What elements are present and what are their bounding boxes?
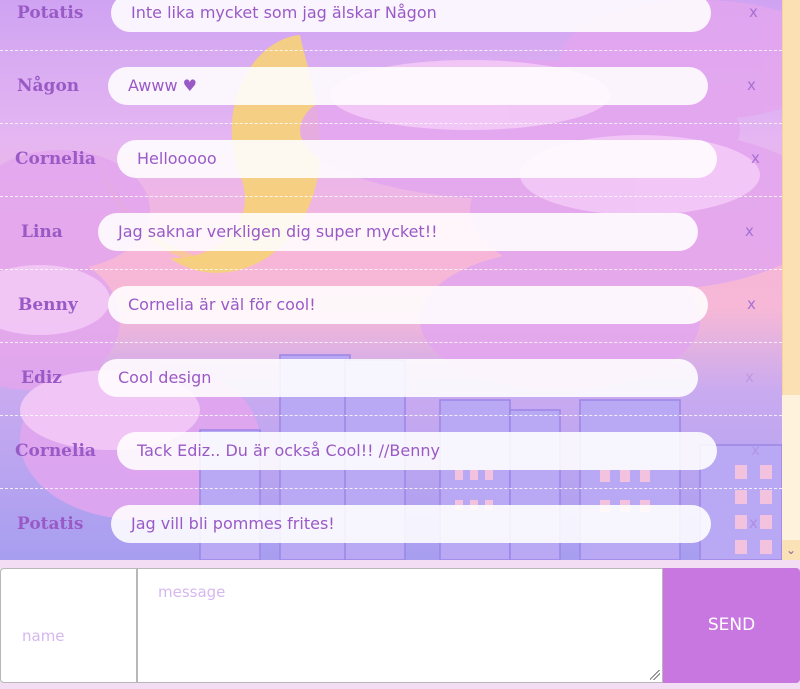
- message-input[interactable]: message: [137, 568, 663, 683]
- message-text: Jag saknar verkligen dig super mycket!!: [98, 213, 698, 251]
- message-row: Någon Awww ♥ x: [0, 50, 782, 124]
- message-text: Awww ♥: [108, 67, 708, 105]
- delete-message-button[interactable]: x: [751, 441, 760, 459]
- delete-message-button[interactable]: x: [749, 514, 758, 532]
- message-text: Cornelia är väl för cool!: [108, 286, 708, 324]
- composer: name message SEND: [0, 560, 800, 689]
- scrollbar[interactable]: ⌄: [782, 0, 800, 560]
- message-text: Tack Ediz.. Du är också Cool!! //Benny: [117, 432, 717, 470]
- delete-message-button[interactable]: x: [751, 149, 760, 167]
- message-author: Någon: [17, 76, 80, 96]
- message-row: Benny Cornelia är väl för cool! x: [0, 269, 782, 343]
- delete-message-button[interactable]: x: [747, 76, 756, 94]
- message-list[interactable]: Potatis Inte lika mycket som jag älskar …: [0, 0, 782, 560]
- message-text: Jag vill bli pommes frites!: [111, 505, 711, 543]
- message-author: Potatis: [17, 3, 84, 23]
- name-input[interactable]: name: [0, 568, 137, 683]
- chevron-down-icon[interactable]: ⌄: [782, 540, 800, 560]
- message-row: Cornelia Tack Ediz.. Du är också Cool!! …: [0, 415, 782, 489]
- message-author: Benny: [18, 295, 78, 315]
- message-author: Cornelia: [15, 149, 96, 169]
- message-author: Cornelia: [15, 441, 96, 461]
- delete-message-button[interactable]: x: [749, 3, 758, 21]
- message-text: Hellooooo: [117, 140, 717, 178]
- message-author: Ediz: [21, 368, 62, 388]
- message-placeholder: message: [158, 583, 226, 601]
- message-text: Inte lika mycket som jag älskar Någon: [111, 0, 711, 32]
- message-row: Cornelia Hellooooo x: [0, 123, 782, 197]
- delete-message-button[interactable]: x: [745, 368, 754, 386]
- message-row: Lina Jag saknar verkligen dig super myck…: [0, 196, 782, 270]
- message-row: Potatis Inte lika mycket som jag älskar …: [0, 0, 782, 51]
- name-placeholder: name: [22, 627, 65, 645]
- delete-message-button[interactable]: x: [747, 295, 756, 313]
- message-row: Ediz Cool design x: [0, 342, 782, 416]
- scrollbar-thumb[interactable]: [782, 0, 800, 395]
- delete-message-button[interactable]: x: [745, 222, 754, 240]
- send-button[interactable]: SEND: [663, 568, 800, 683]
- scrollbar-track[interactable]: [782, 395, 800, 540]
- message-author: Potatis: [17, 514, 84, 534]
- message-author: Lina: [21, 222, 63, 242]
- message-text: Cool design: [98, 359, 698, 397]
- resize-handle-icon[interactable]: [650, 670, 660, 680]
- message-row: Potatis Jag vill bli pommes frites! x: [0, 488, 782, 560]
